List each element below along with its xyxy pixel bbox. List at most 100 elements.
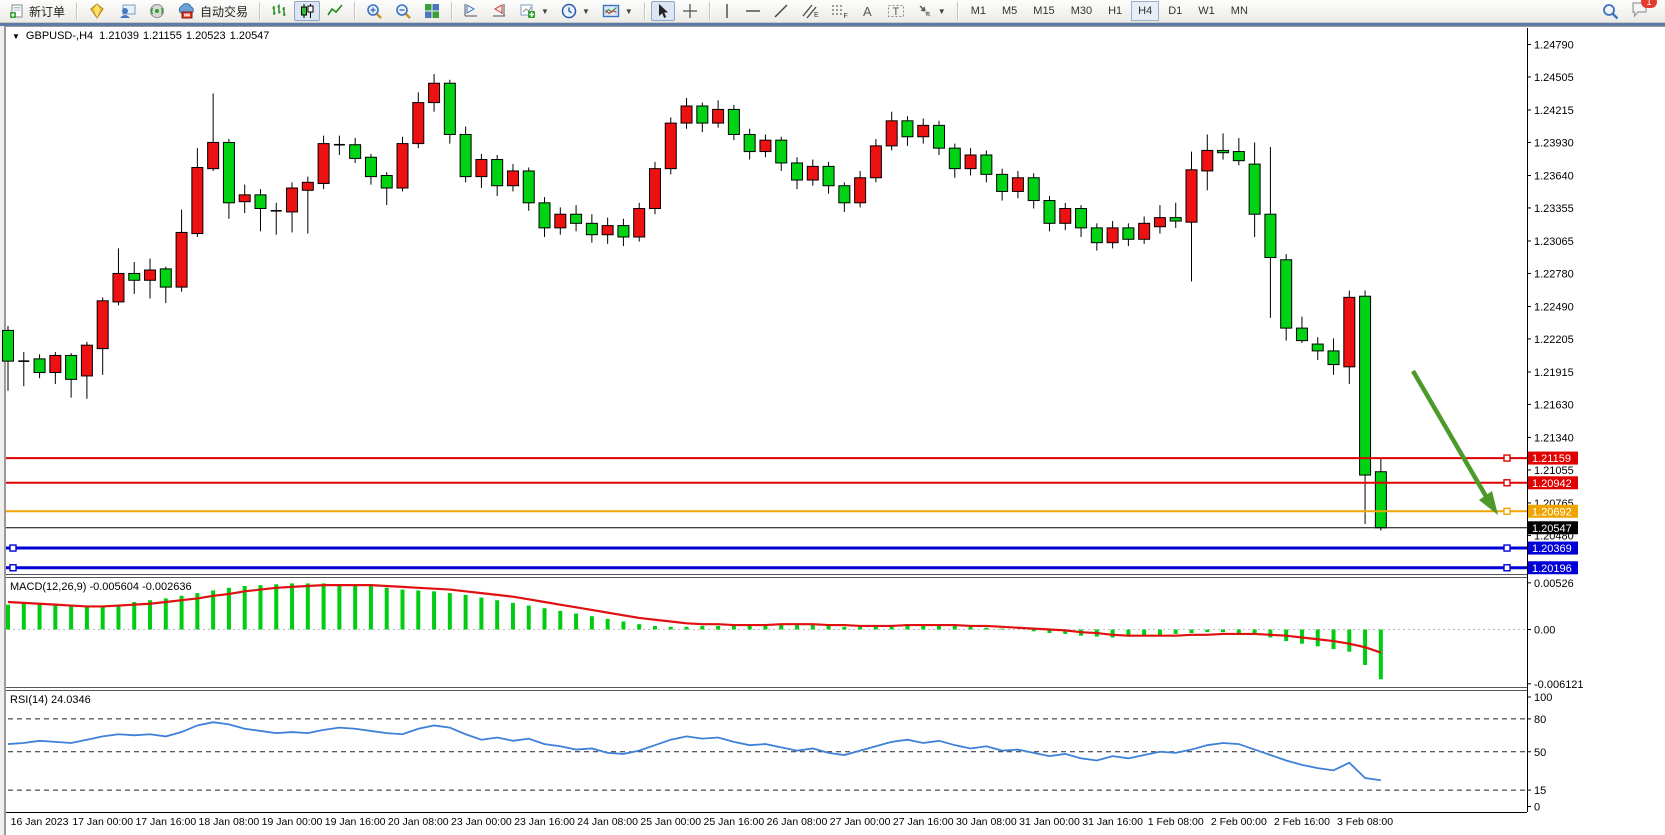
time-axis-label: 2 Feb 16:00: [1274, 816, 1330, 828]
bull-candle: [113, 273, 124, 301]
bear-candle: [934, 125, 945, 148]
time-axis-label: 26 Jan 08:00: [767, 816, 828, 828]
bull-candle: [1202, 150, 1213, 171]
hline-handle[interactable]: [1504, 508, 1510, 514]
bear-candle: [997, 174, 1008, 191]
bull-candle: [665, 123, 676, 169]
bull-candle: [713, 109, 724, 123]
bear-candle: [949, 148, 960, 169]
macd-axis-label: -0.006121: [1534, 679, 1584, 691]
time-axis-label: 19 Jan 00:00: [262, 816, 323, 828]
price-axis-label: 1.21340: [1534, 432, 1574, 444]
bear-candle: [444, 83, 455, 134]
bear-candle: [1265, 214, 1276, 257]
bull-candle: [507, 171, 518, 186]
bear-candle: [586, 223, 597, 234]
price-axis-label: 1.22780: [1534, 268, 1574, 280]
bull-candle: [429, 83, 440, 102]
price-axis-label: 1.24215: [1534, 105, 1574, 117]
annotation-arrow[interactable]: [1413, 371, 1498, 515]
bear-candle: [1028, 178, 1039, 201]
rsi-line: [8, 722, 1381, 780]
price-axis-label: 1.23930: [1534, 137, 1574, 149]
horizontal-lines-layer: 1.211591.209421.206921.205471.203691.201…: [6, 452, 1578, 575]
hline-handle[interactable]: [10, 565, 16, 571]
price-badge-1.20547: 1.20547: [1528, 521, 1578, 535]
bull-candle: [397, 144, 408, 188]
bear-candle: [1044, 201, 1055, 224]
bull-candle: [634, 209, 645, 237]
bull-candle: [1186, 170, 1197, 222]
bull-candle: [145, 270, 156, 280]
bull-candle: [1139, 223, 1150, 239]
bull-candle: [318, 144, 329, 184]
time-axis-label: 18 Jan 08:00: [199, 816, 260, 828]
bull-candle: [886, 121, 897, 146]
hline-handle[interactable]: [1504, 455, 1510, 461]
bull-candle: [1012, 178, 1023, 192]
price-badge-text: 1.20369: [1532, 543, 1572, 555]
bear-candle: [539, 203, 550, 228]
price-badge-text: 1.20692: [1532, 506, 1572, 518]
rsi-axis-label: 50: [1534, 747, 1546, 759]
bull-candle: [1060, 209, 1071, 224]
bull-candle: [239, 195, 250, 202]
time-axis-label: 27 Jan 16:00: [893, 816, 954, 828]
bear-candle: [776, 140, 787, 163]
bear-candle: [492, 160, 503, 186]
hline-handle[interactable]: [10, 545, 16, 551]
bull-candle: [855, 178, 866, 203]
bull-candle: [1107, 228, 1118, 243]
bear-candle: [3, 330, 14, 361]
bull-candle: [287, 188, 298, 212]
time-axis-label: 31 Jan 00:00: [1019, 816, 1080, 828]
bear-candle: [1233, 152, 1244, 161]
arrow-shaft[interactable]: [1413, 371, 1487, 498]
macd-pane: 0.00526 0.00 -0.006121: [8, 578, 1584, 691]
price-axis-label: 1.21915: [1534, 367, 1574, 379]
bear-candle: [1076, 209, 1087, 228]
rsi-axis-label: 15: [1534, 785, 1546, 797]
rsi-label: RSI(14) 24.0346: [10, 694, 91, 706]
bear-candle: [1218, 150, 1229, 152]
time-axis-label: 24 Jan 08:00: [577, 816, 638, 828]
price-badge-text: 1.20942: [1532, 478, 1572, 490]
bull-candle: [50, 355, 61, 372]
price-axis-label: 1.21630: [1534, 399, 1574, 411]
price-axis-label: 1.23065: [1534, 236, 1574, 248]
time-axis-label: 19 Jan 16:00: [325, 816, 386, 828]
hline-handle[interactable]: [1504, 480, 1510, 486]
bear-candle: [618, 226, 629, 237]
price-badge-text: 1.21159: [1532, 453, 1571, 465]
bull-candle: [476, 160, 487, 177]
time-axis-label: 25 Jan 16:00: [704, 816, 765, 828]
bull-candle: [649, 169, 660, 209]
macd-axis-label: 0.00: [1534, 625, 1555, 637]
bull-candle: [413, 103, 424, 144]
time-axis-label: 20 Jan 08:00: [388, 816, 449, 828]
price-axis-label: 1.24505: [1534, 72, 1574, 84]
bear-candle: [1312, 344, 1323, 351]
bull-candle: [681, 106, 692, 123]
price-axis-label: 1.21055: [1534, 465, 1574, 477]
bull-candle: [807, 166, 818, 180]
bear-candle: [1091, 228, 1102, 243]
bear-candle: [255, 195, 266, 209]
bull-candle: [176, 232, 187, 287]
bear-candle: [697, 106, 708, 123]
price-axis-label: 1.24790: [1534, 40, 1574, 52]
bear-candle: [1170, 218, 1181, 221]
chart-canvas: 1.247901.245051.242151.239301.236401.233…: [0, 0, 1665, 835]
hline-handle[interactable]: [1504, 565, 1510, 571]
bear-candle: [744, 134, 755, 151]
price-badge-1.20692: 1.20692: [1528, 505, 1578, 519]
bull-candle: [965, 155, 976, 169]
bear-candle: [1281, 260, 1292, 328]
time-axis-label: 17 Jan 00:00: [72, 816, 133, 828]
macd-axis-label: 0.00526: [1534, 578, 1574, 590]
bear-candle: [350, 145, 361, 159]
time-axis-label: 27 Jan 00:00: [830, 816, 891, 828]
hline-handle[interactable]: [1504, 545, 1510, 551]
bear-candle: [129, 273, 140, 280]
rsi-axis-label: 0: [1534, 802, 1540, 814]
